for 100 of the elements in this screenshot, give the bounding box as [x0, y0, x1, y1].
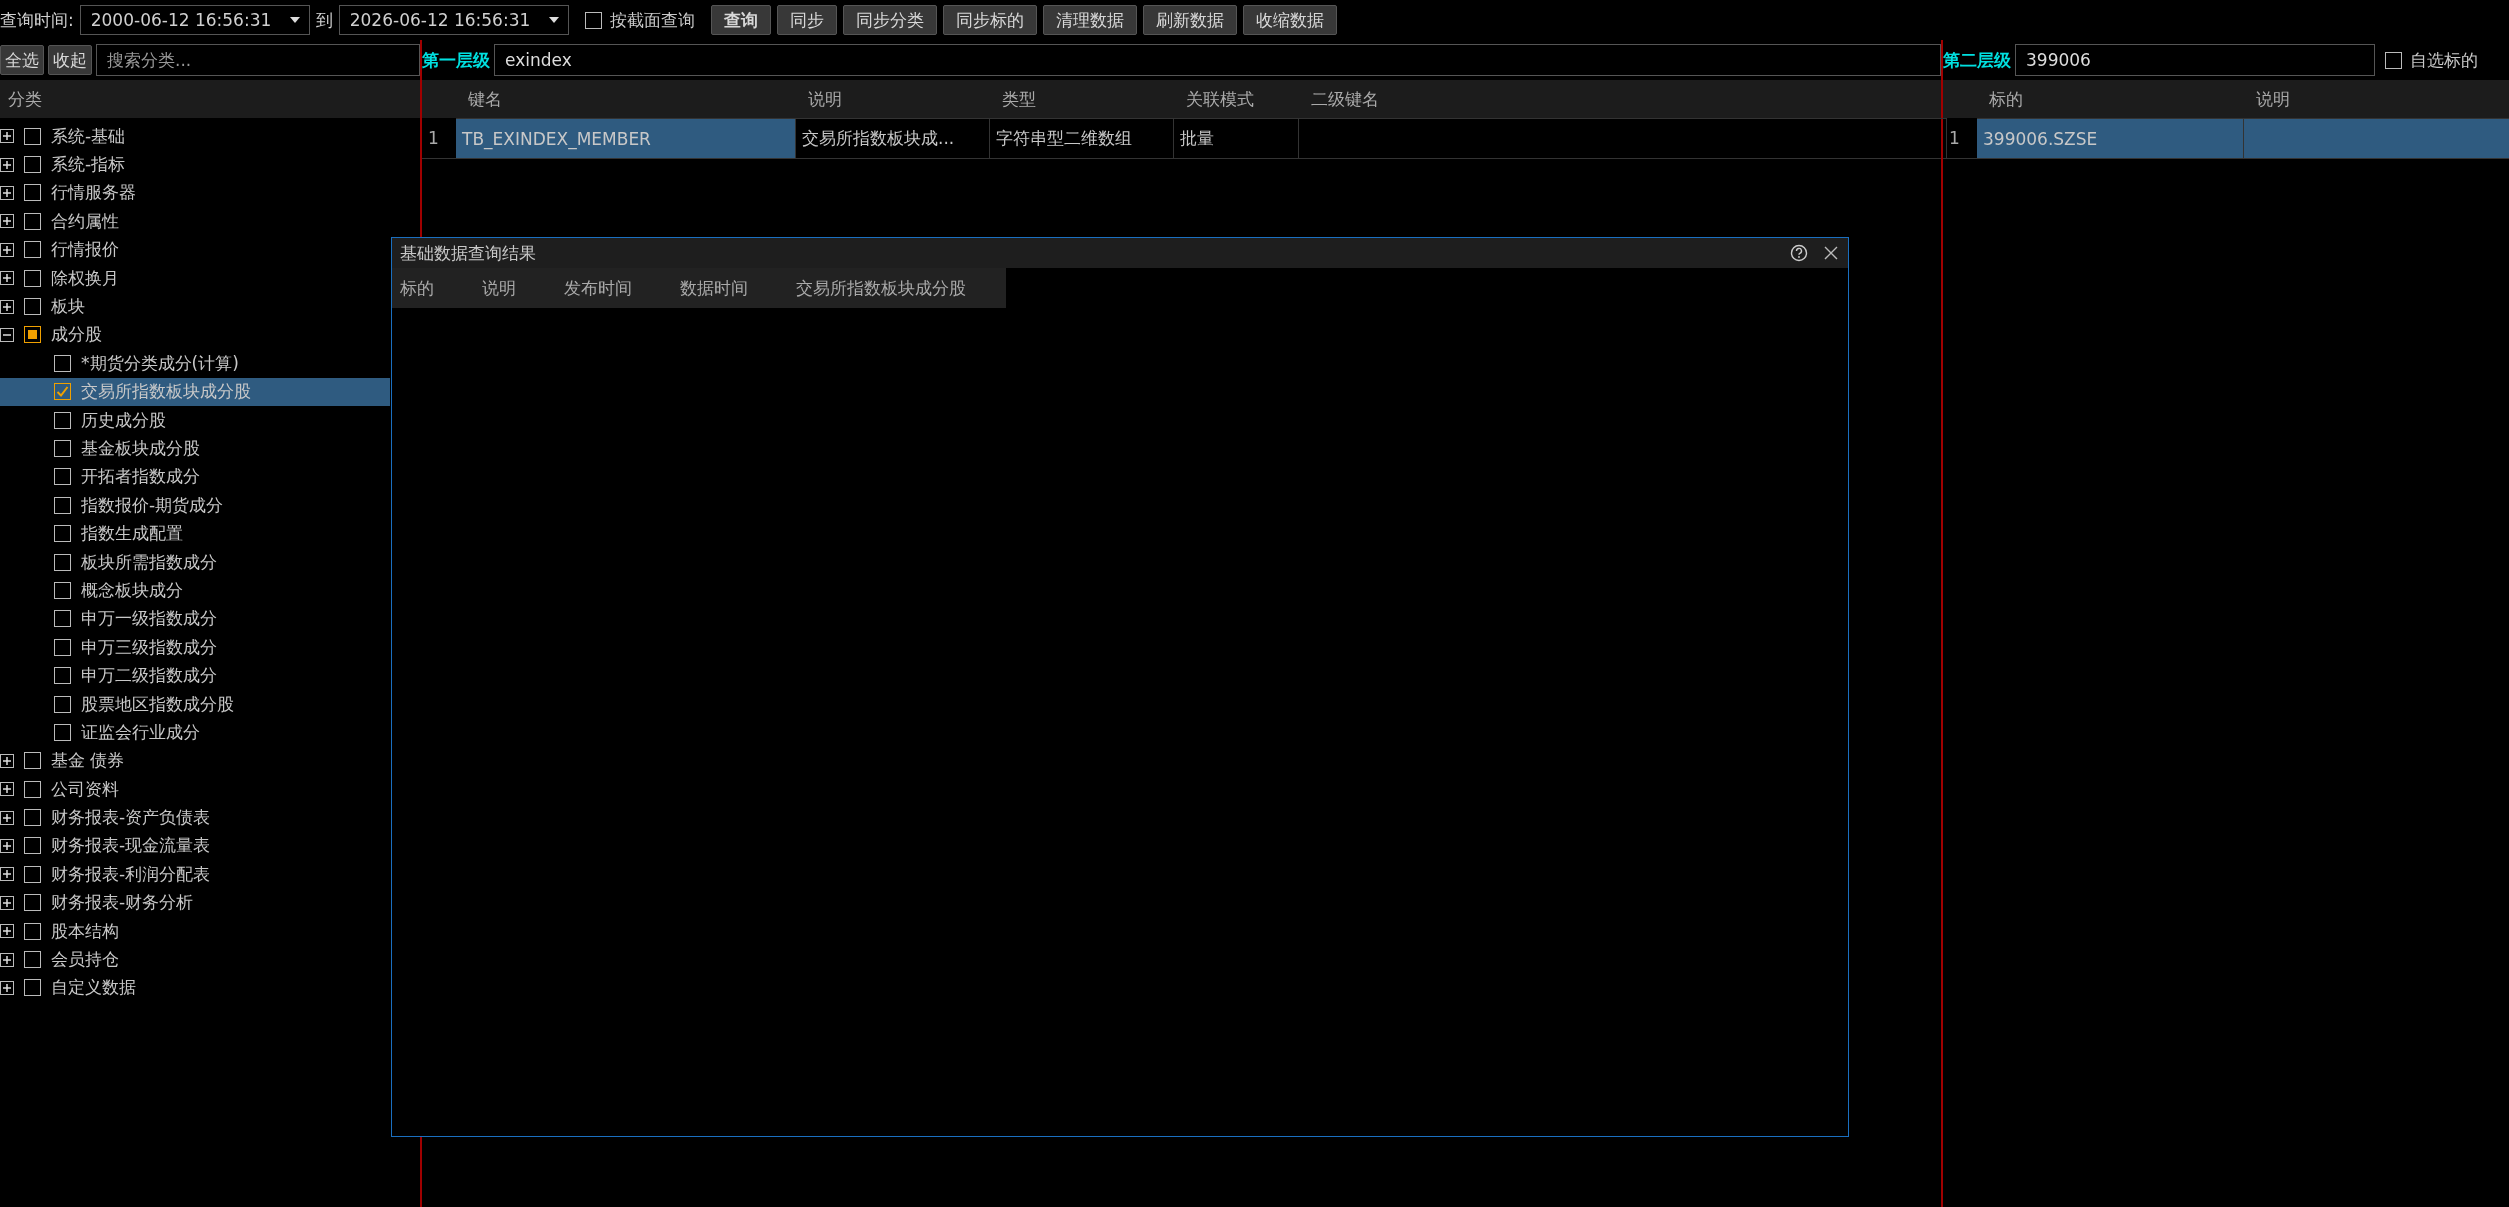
close-icon[interactable] — [1822, 244, 1840, 262]
checkbox[interactable] — [24, 865, 41, 883]
table-cell[interactable] — [1299, 118, 1947, 158]
dropdown-caret-icon[interactable] — [547, 16, 560, 24]
tree-item[interactable]: 成分股 — [0, 320, 390, 350]
tree-item[interactable]: 基金 债券 — [0, 746, 390, 775]
start-time-dropdown[interactable]: 2000-06-12 16:56:31 — [79, 5, 310, 35]
checkbox[interactable] — [24, 809, 41, 827]
expand-icon[interactable] — [0, 753, 14, 768]
table-cell[interactable]: 字符串型二维数组 — [990, 118, 1174, 158]
sidebar-button[interactable]: 收起 — [48, 45, 92, 75]
tree-item[interactable]: 除权换月 — [0, 263, 390, 293]
tree-item[interactable]: 概念板块成分 — [0, 576, 390, 605]
checkbox[interactable] — [24, 127, 41, 145]
checkbox[interactable] — [54, 610, 71, 628]
end-time-dropdown[interactable]: 2026-06-12 16:56:31 — [338, 5, 569, 35]
collapse-icon[interactable] — [0, 327, 14, 342]
checkbox[interactable] — [54, 525, 71, 543]
table-cell[interactable]: TB_EXINDEX_MEMBER — [456, 118, 796, 158]
checkbox[interactable] — [24, 837, 41, 855]
expand-icon[interactable] — [0, 838, 14, 853]
tree-item[interactable]: 股本结构 — [0, 916, 390, 946]
checkbox[interactable] — [54, 581, 71, 599]
expand-icon[interactable] — [0, 129, 14, 144]
expand-icon[interactable] — [0, 157, 14, 172]
expand-icon[interactable] — [0, 185, 14, 200]
tree-item[interactable]: 系统-基础 — [0, 122, 390, 151]
checkbox[interactable] — [54, 638, 71, 656]
toolbar-button[interactable]: 同步标的 — [942, 5, 1037, 35]
tree-item[interactable]: 基金板块成分股 — [0, 434, 390, 463]
checkbox[interactable] — [24, 752, 41, 770]
checkbox[interactable] — [24, 922, 41, 940]
tree-item[interactable]: 交易所指数板块成分股 — [0, 377, 390, 406]
checkbox[interactable] — [24, 894, 41, 912]
expand-icon[interactable] — [0, 810, 14, 825]
tree-item[interactable]: 股票地区指数成分股 — [0, 689, 390, 719]
checkbox[interactable] — [54, 383, 71, 401]
checkbox[interactable] — [54, 695, 71, 713]
expand-icon[interactable] — [0, 867, 14, 882]
tree-item[interactable]: 申万一级指数成分 — [0, 604, 390, 634]
sidebar-button[interactable]: 全选 — [0, 45, 44, 75]
checkbox[interactable] — [24, 951, 41, 968]
expand-icon[interactable] — [0, 214, 14, 229]
checkbox[interactable] — [54, 440, 71, 457]
checkbox[interactable] — [54, 723, 71, 741]
tree-item[interactable]: 合约属性 — [0, 207, 390, 236]
checkbox[interactable] — [24, 298, 41, 316]
tree-item[interactable]: 板块 — [0, 292, 390, 321]
tree-item[interactable]: 申万二级指数成分 — [0, 661, 390, 690]
checkbox[interactable] — [24, 241, 41, 259]
toolbar-button[interactable]: 刷新数据 — [1142, 5, 1237, 35]
toolbar-button[interactable]: 同步 — [776, 5, 837, 35]
table-cell[interactable]: 交易所指数板块成... — [796, 118, 990, 158]
expand-icon[interactable] — [0, 242, 14, 257]
table-cell[interactable]: 399006.SZSE — [1977, 118, 2244, 158]
checkbox[interactable] — [54, 496, 71, 514]
tree-item[interactable]: 系统-指标 — [0, 150, 390, 179]
tree-item[interactable]: 会员持仓 — [0, 945, 390, 974]
checkbox[interactable] — [54, 468, 71, 486]
checkbox[interactable] — [24, 184, 41, 202]
expand-icon[interactable] — [0, 980, 14, 995]
tree-item[interactable]: 板块所需指数成分 — [0, 547, 390, 577]
tree-item[interactable]: 指数报价-期货成分 — [0, 491, 390, 520]
tree-item[interactable]: 财务报表-现金流量表 — [0, 831, 390, 861]
checkbox[interactable] — [54, 411, 71, 429]
toolbar-button[interactable]: 清理数据 — [1042, 5, 1137, 35]
tree-item[interactable]: 自定义数据 — [0, 973, 390, 1003]
table-cell[interactable] — [2244, 118, 2509, 158]
toolbar-button[interactable]: 收缩数据 — [1242, 5, 1337, 35]
expand-icon[interactable] — [0, 952, 14, 967]
checkbox[interactable] — [24, 156, 41, 174]
search-field[interactable]: 搜索分类... — [96, 44, 420, 76]
expand-icon[interactable] — [0, 271, 14, 286]
checkbox[interactable] — [584, 11, 602, 29]
tree-item[interactable]: 申万三级指数成分 — [0, 633, 390, 662]
tree-item[interactable]: 财务报表-财务分析 — [0, 888, 390, 917]
tree-item[interactable]: 公司资料 — [0, 775, 390, 804]
checkbox[interactable] — [24, 979, 41, 997]
tree-item[interactable]: *期货分类成分(计算) — [0, 349, 390, 378]
tree-item[interactable]: 开拓者指数成分 — [0, 462, 390, 492]
expand-icon[interactable] — [0, 782, 14, 797]
checkbox[interactable] — [24, 269, 41, 287]
checkbox[interactable] — [54, 553, 71, 571]
checkbox[interactable] — [24, 780, 41, 798]
expand-icon[interactable] — [0, 895, 14, 910]
tree-item[interactable]: 证监会行业成分 — [0, 718, 390, 747]
tree-item[interactable]: 历史成分股 — [0, 405, 390, 435]
tree-item[interactable]: 行情服务器 — [0, 178, 390, 208]
checkbox[interactable] — [54, 354, 71, 372]
toolbar-button[interactable]: 查询 — [710, 5, 771, 35]
checkbox[interactable] — [24, 212, 41, 230]
tree-item[interactable]: 财务报表-利润分配表 — [0, 860, 390, 889]
dropdown-caret-icon[interactable] — [288, 16, 301, 24]
checkbox[interactable] — [24, 326, 41, 344]
toolbar-button[interactable]: 同步分类 — [842, 5, 937, 35]
checkbox[interactable] — [2385, 51, 2402, 69]
table-cell[interactable]: 批量 — [1174, 118, 1299, 158]
tree-item[interactable]: 财务报表-资产负债表 — [0, 803, 390, 832]
tree-item[interactable]: 行情报价 — [0, 235, 390, 264]
tree-item[interactable]: 指数生成配置 — [0, 519, 390, 548]
